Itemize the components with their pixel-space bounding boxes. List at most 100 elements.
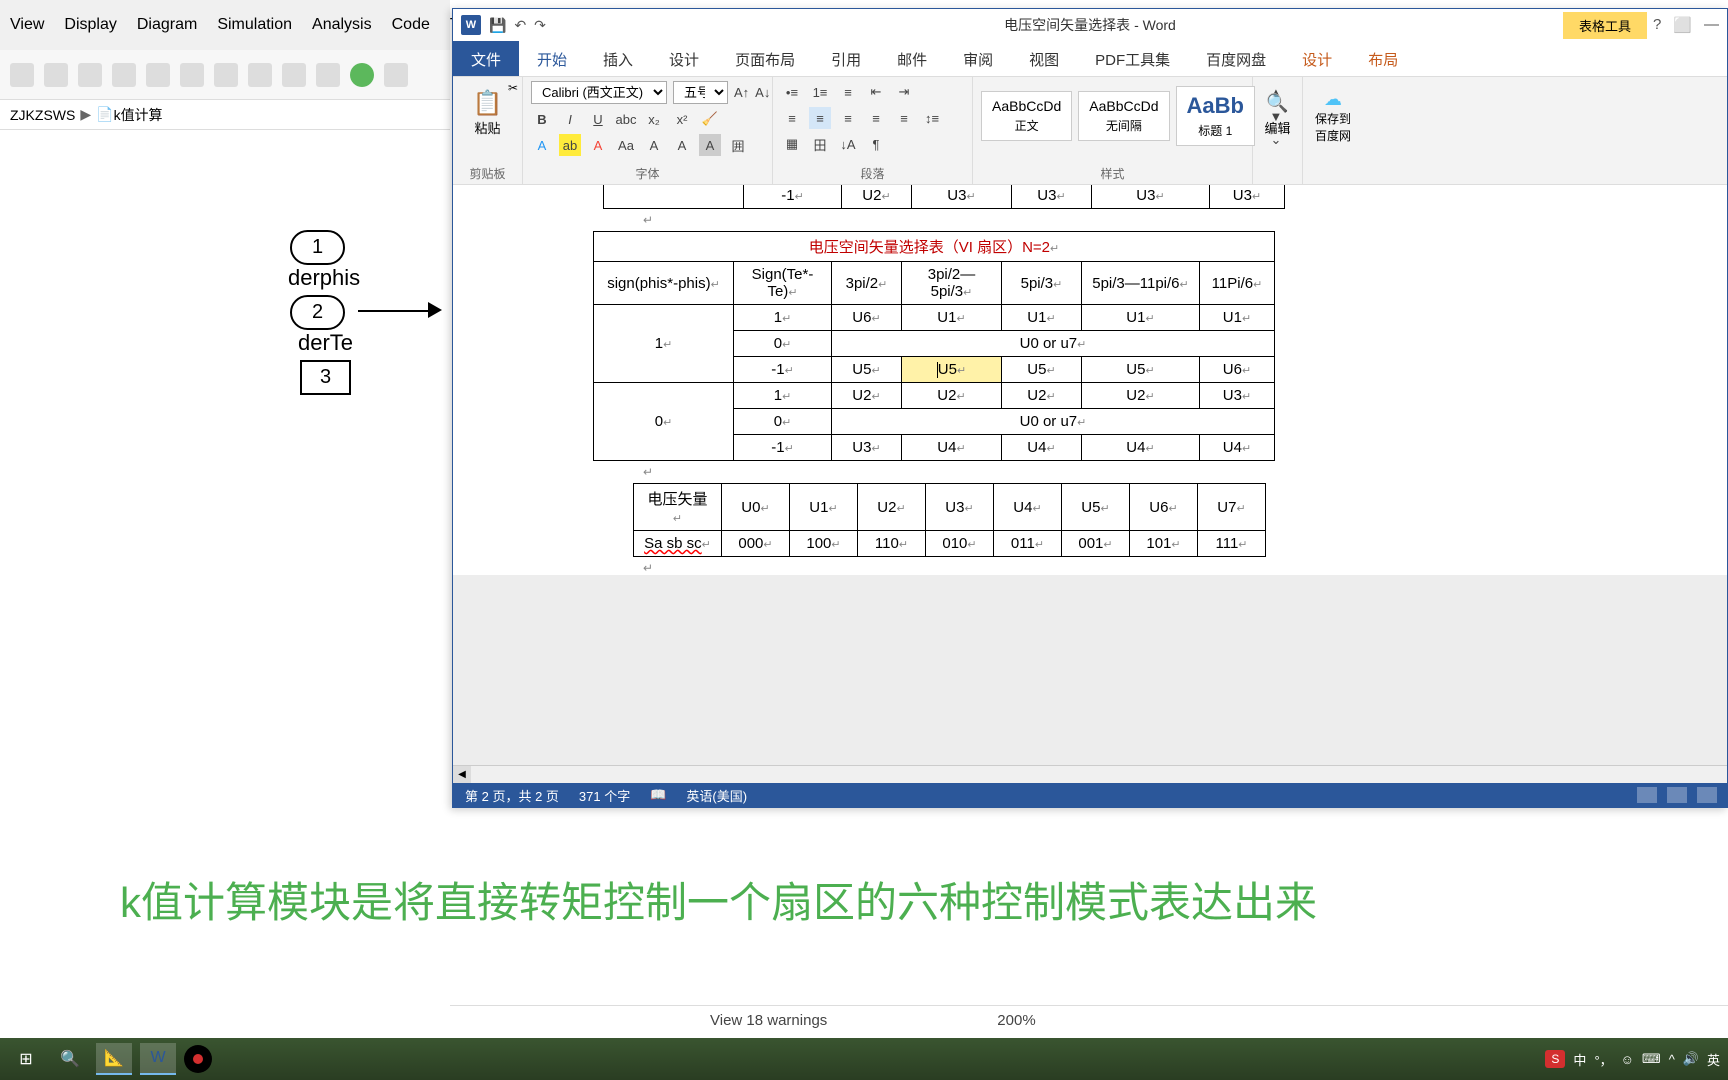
style-normal[interactable]: AaBbCcDd 正文 bbox=[981, 91, 1072, 141]
shrink-font-icon[interactable]: A↓ bbox=[755, 82, 770, 104]
volume-icon[interactable]: 🔊 bbox=[1683, 1051, 1699, 1067]
subscript-button[interactable]: x₂ bbox=[643, 108, 665, 130]
menu-view[interactable]: View bbox=[10, 16, 44, 34]
tab-view[interactable]: 视图 bbox=[1011, 41, 1077, 76]
superscript-button[interactable]: x² bbox=[671, 108, 693, 130]
warnings-link[interactable]: View 18 warnings bbox=[710, 1012, 827, 1029]
tab-design[interactable]: 设计 bbox=[651, 41, 717, 76]
matlab-taskbar-icon[interactable]: 📐 bbox=[96, 1043, 132, 1075]
show-marks-icon[interactable]: ¶ bbox=[865, 133, 887, 155]
strike-button[interactable]: abc bbox=[615, 108, 637, 130]
tool-pause-icon[interactable] bbox=[316, 63, 340, 87]
multilevel-icon[interactable]: ≡ bbox=[837, 81, 859, 103]
tool-grid2-icon[interactable] bbox=[214, 63, 238, 87]
change-case-icon[interactable]: Aa bbox=[615, 134, 637, 156]
page-info[interactable]: 第 2 页，共 2 页 bbox=[465, 786, 559, 805]
language[interactable]: 英语(美国) bbox=[686, 786, 747, 805]
justify-icon[interactable]: ≡ bbox=[865, 107, 887, 129]
start-button[interactable]: ⊞ bbox=[8, 1043, 44, 1075]
ime-emoji-icon[interactable]: ☺ bbox=[1621, 1052, 1634, 1067]
style-nospacing[interactable]: AaBbCcDd 无间隔 bbox=[1078, 91, 1169, 141]
tool-save2-icon[interactable] bbox=[44, 63, 68, 87]
ribbon-opts-icon[interactable]: ⬜ bbox=[1673, 16, 1692, 34]
align-left-icon[interactable]: ≡ bbox=[781, 107, 803, 129]
ime-icon[interactable]: S bbox=[1545, 1050, 1565, 1068]
baidu-save-icon[interactable]: ☁ bbox=[1311, 89, 1355, 110]
tab-home[interactable]: 开始 bbox=[519, 41, 585, 76]
char-shading-icon[interactable]: A bbox=[699, 134, 721, 156]
menu-analysis[interactable]: Analysis bbox=[312, 16, 372, 34]
cut-icon[interactable]: ✂ bbox=[508, 81, 518, 95]
web-layout-icon[interactable] bbox=[1697, 787, 1717, 803]
tool-save-icon[interactable] bbox=[10, 63, 34, 87]
tab-baidu[interactable]: 百度网盘 bbox=[1188, 41, 1284, 76]
grow-font2-icon[interactable]: A bbox=[643, 134, 665, 156]
indent-icon[interactable]: ⇥ bbox=[893, 81, 915, 103]
ime-lang[interactable]: 中 bbox=[1573, 1050, 1586, 1069]
clear-format-icon[interactable]: 🧹 bbox=[699, 108, 721, 130]
scroll-track[interactable] bbox=[471, 766, 1727, 783]
font-name-select[interactable]: Calibri (西文正文) bbox=[531, 81, 667, 104]
search-icon[interactable]: 🔍 bbox=[52, 1043, 88, 1075]
proofing-icon[interactable]: 📖 bbox=[650, 787, 666, 803]
underline-button[interactable]: U bbox=[587, 108, 609, 130]
tool-back-icon[interactable] bbox=[78, 63, 102, 87]
tool-step-icon[interactable] bbox=[282, 63, 306, 87]
line-spacing-icon[interactable]: ↕≡ bbox=[921, 107, 943, 129]
tool-stepfwd-icon[interactable] bbox=[384, 63, 408, 87]
scroll-left-icon[interactable]: ◀ bbox=[453, 766, 471, 783]
shrink-font2-icon[interactable]: A bbox=[671, 134, 693, 156]
word-count[interactable]: 371 个字 bbox=[579, 786, 630, 805]
ime-keyboard-icon[interactable]: ⌨ bbox=[1642, 1051, 1661, 1067]
simulink-canvas[interactable]: 1 derphis 2 derTe 3 bbox=[0, 130, 450, 1080]
italic-button[interactable]: I bbox=[559, 108, 581, 130]
tab-references[interactable]: 引用 bbox=[813, 41, 879, 76]
tool-up-icon[interactable] bbox=[146, 63, 170, 87]
zoom-level[interactable]: 200% bbox=[997, 1012, 1035, 1029]
minimize-icon[interactable]: — bbox=[1704, 16, 1719, 34]
menu-simulation[interactable]: Simulation bbox=[217, 16, 292, 34]
highlight-icon[interactable]: ab bbox=[559, 134, 581, 156]
read-mode-icon[interactable] bbox=[1637, 787, 1657, 803]
tool-grid3-icon[interactable] bbox=[248, 63, 272, 87]
menu-code[interactable]: Code bbox=[392, 16, 430, 34]
constant-3[interactable]: 3 bbox=[300, 360, 351, 395]
grow-font-icon[interactable]: A↑ bbox=[734, 82, 749, 104]
tool-grid1-icon[interactable] bbox=[180, 63, 204, 87]
tray-expand-icon[interactable]: ^ bbox=[1669, 1052, 1675, 1067]
borders-icon[interactable]: 田 bbox=[809, 133, 831, 155]
char-border-icon[interactable]: 囲 bbox=[727, 134, 749, 156]
bullets-icon[interactable]: •≡ bbox=[781, 81, 803, 103]
tab-pdf[interactable]: PDF工具集 bbox=[1077, 41, 1188, 76]
shading-icon[interactable]: ▦ bbox=[781, 133, 803, 155]
record-button[interactable] bbox=[184, 1045, 212, 1073]
inport-1[interactable]: 1 bbox=[290, 230, 345, 265]
paste-icon[interactable]: 📋 bbox=[461, 89, 514, 118]
outdent-icon[interactable]: ⇤ bbox=[865, 81, 887, 103]
tab-layout[interactable]: 页面布局 bbox=[717, 41, 813, 76]
document-area[interactable]: -1↵ U2↵ U3↵ U3↵ U3↵ U3↵ ↵ 电压空间矢量选择表（VI 扇… bbox=[453, 185, 1727, 783]
find-icon[interactable]: 🔍 bbox=[1261, 93, 1294, 114]
numbering-icon[interactable]: 1≡ bbox=[809, 81, 831, 103]
menu-diagram[interactable]: Diagram bbox=[137, 16, 197, 34]
ime-lang2[interactable]: 英 bbox=[1707, 1050, 1720, 1069]
undo-icon[interactable]: ↶ bbox=[514, 17, 526, 34]
distributed-icon[interactable]: ≡ bbox=[893, 107, 915, 129]
ime-punct-icon[interactable]: °， bbox=[1594, 1050, 1612, 1069]
active-cell[interactable]: U5↵ bbox=[902, 357, 1002, 383]
font-color-icon[interactable]: A bbox=[587, 134, 609, 156]
tab-table-design[interactable]: 设计 bbox=[1284, 41, 1350, 76]
bold-button[interactable]: B bbox=[531, 108, 553, 130]
horizontal-scrollbar[interactable]: ◀ bbox=[453, 765, 1727, 783]
sort-icon[interactable]: ↓A bbox=[837, 133, 859, 155]
tool-fwd-icon[interactable] bbox=[112, 63, 136, 87]
inport-2[interactable]: 2 bbox=[290, 295, 345, 330]
menu-display[interactable]: Display bbox=[64, 16, 116, 34]
tab-table-layout[interactable]: 布局 bbox=[1350, 41, 1416, 76]
tab-insert[interactable]: 插入 bbox=[585, 41, 651, 76]
style-heading1[interactable]: AaBb 标题 1 bbox=[1176, 86, 1255, 146]
save-icon[interactable]: 💾 bbox=[489, 17, 506, 34]
tab-mailings[interactable]: 邮件 bbox=[879, 41, 945, 76]
tab-review[interactable]: 审阅 bbox=[945, 41, 1011, 76]
breadcrumb-current[interactable]: k值计算 bbox=[114, 105, 163, 125]
